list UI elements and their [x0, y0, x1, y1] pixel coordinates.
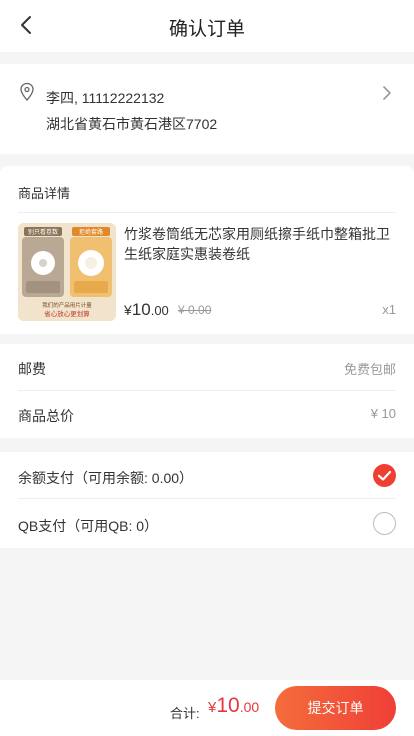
qb-payment-option[interactable]: QB支付（可用QB: 0） [18, 500, 396, 547]
product-quantity: x1 [382, 302, 396, 317]
price-currency: ¥ [124, 302, 132, 318]
shipping-row: 邮费 免费包邮 [18, 344, 396, 391]
chevron-right-icon[interactable] [380, 84, 394, 102]
checked-circle-icon[interactable] [373, 464, 396, 487]
address-card[interactable]: 李四, 11112222132 湖北省黄石市黄石港区7702 [0, 64, 414, 154]
original-price: ¥ 0.00 [178, 303, 212, 317]
recipient-name-phone: 李四, 11112222132 [46, 90, 165, 106]
balance-payment-option[interactable]: 余额支付（可用余额: 0.00） [18, 452, 396, 499]
checkout-bar: 合计: ¥10.00 提交订单 [0, 680, 414, 736]
payment-section: 余额支付（可用余额: 0.00） QB支付（可用QB: 0） [0, 452, 414, 548]
svg-text:我们的产品用片计量: 我们的产品用片计量 [42, 301, 92, 309]
nav-bar: 确认订单 [0, 0, 414, 52]
fees-section: 邮费 免费包邮 商品总价 ¥ 10 [0, 344, 414, 438]
svg-text:省心放心更划算: 省心放心更划算 [44, 309, 90, 318]
shipping-label: 邮费 [18, 361, 46, 377]
svg-text:拒绝套路: 拒绝套路 [79, 228, 103, 236]
recipient-address: 湖北省黄石市黄石港区7702 [46, 116, 218, 132]
total-decimal: .00 [239, 699, 260, 715]
total-integer: 10 [216, 694, 240, 717]
balance-payment-label: 余额支付（可用余额: 0.00） [18, 470, 194, 486]
qb-payment-label: QB支付（可用QB: 0） [18, 518, 159, 534]
submit-order-button[interactable]: 提交订单 [275, 686, 396, 730]
svg-text:别只看卷数: 别只看卷数 [28, 228, 58, 236]
price-integer: 10 [131, 300, 151, 319]
page-title: 确认订单 [168, 19, 245, 40]
goods-section: 商品详情 别只看卷数 拒绝套路 我们的产品用片计量 省心放心更划算 竹浆卷筒纸无… [0, 166, 414, 334]
subtotal-row: 商品总价 ¥ 10 [18, 391, 396, 438]
location-pin-icon [20, 82, 34, 101]
total-label: 合计: [170, 706, 200, 721]
shipping-value: 免费包邮 [343, 362, 396, 377]
price-decimal: .00 [150, 303, 169, 318]
subtotal-label: 商品总价 [18, 408, 74, 424]
product-price: ¥10.00 [124, 300, 169, 320]
toilet-paper-product-image: 别只看卷数 拒绝套路 我们的产品用片计量 省心放心更划算 [18, 223, 116, 321]
product-image[interactable]: 别只看卷数 拒绝套路 我们的产品用片计量 省心放心更划算 [18, 223, 116, 321]
product-name[interactable]: 竹浆卷筒纸无芯家用厕纸擦手纸巾整箱批卫生纸家庭实惠装卷纸 [124, 224, 396, 264]
divider [18, 212, 396, 213]
total-amount: ¥10.00 [208, 694, 259, 718]
goods-section-title: 商品详情 [18, 186, 71, 201]
unchecked-circle-icon[interactable] [373, 512, 396, 535]
subtotal-value: ¥ 10 [370, 406, 396, 421]
